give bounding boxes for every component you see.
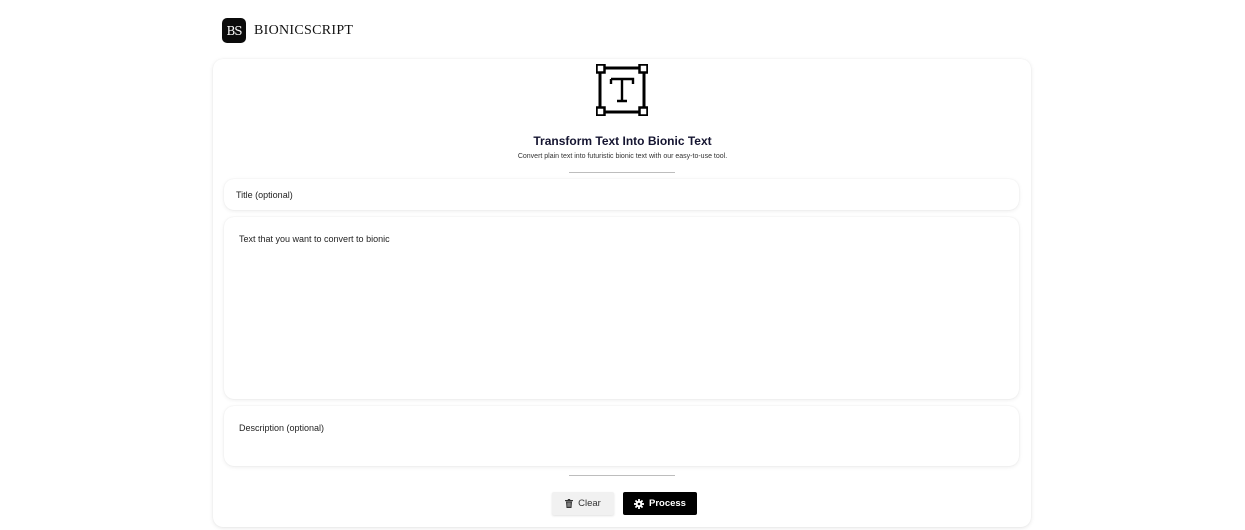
process-button[interactable]: Process: [623, 492, 697, 515]
brand-logo: BS: [222, 18, 246, 43]
clear-button-label: Clear: [578, 498, 601, 509]
page-title: Transform Text Into Bionic Text: [533, 134, 712, 148]
description-input[interactable]: [224, 406, 1019, 466]
divider: [569, 172, 675, 173]
brand-name: BIONICSCRIPT: [254, 22, 354, 38]
clear-button[interactable]: Clear: [552, 492, 614, 515]
divider: [569, 475, 675, 476]
text-input[interactable]: [224, 217, 1019, 399]
page-subtitle: Convert plain text into futuristic bioni…: [517, 153, 728, 160]
text-frame-icon: [596, 64, 648, 116]
trash-icon: [565, 499, 574, 508]
top-header: BS BIONICSCRIPT: [0, 0, 1245, 60]
process-button-label: Process: [649, 498, 686, 509]
gear-icon: [634, 498, 644, 509]
brand-link[interactable]: BS BIONICSCRIPT: [222, 18, 353, 43]
brand-logo-text: BS: [226, 23, 242, 38]
title-input[interactable]: [224, 179, 1019, 210]
